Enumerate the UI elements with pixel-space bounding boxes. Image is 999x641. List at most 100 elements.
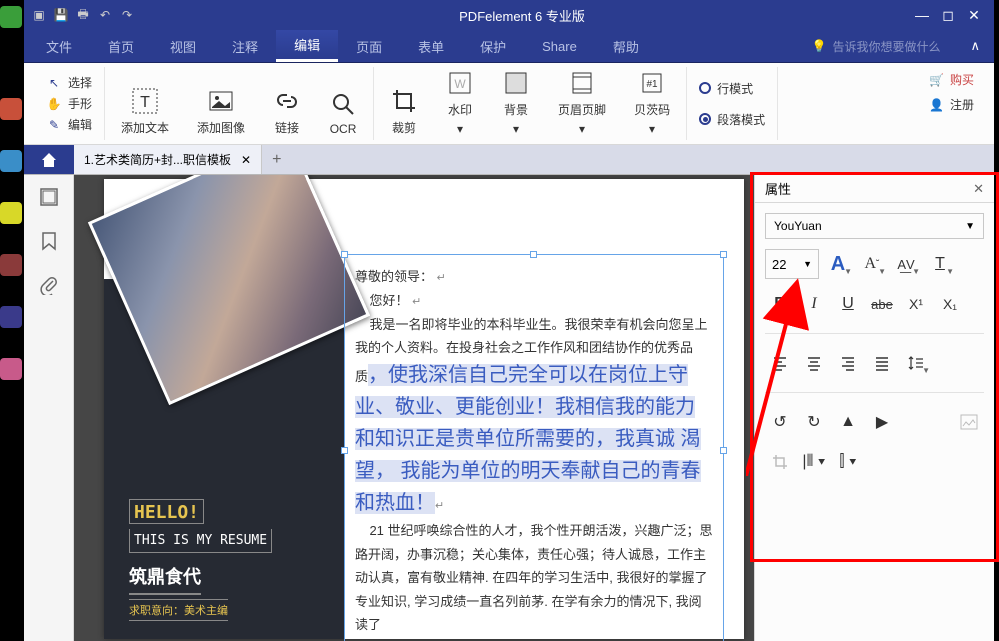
menubar: 文件 首页 视图 注释 编辑 页面 表单 保护 Share 帮助 💡 告诉我你想… [24, 30, 994, 63]
align-center-button[interactable] [799, 348, 829, 378]
menu-page[interactable]: 页面 [338, 30, 400, 62]
subscript-button[interactable]: X₁ [935, 289, 965, 319]
align-right-button[interactable] [833, 348, 863, 378]
job-value: 美术主编 [184, 605, 228, 617]
text-icon: T [131, 87, 159, 115]
buy-label: 购买 [950, 71, 974, 88]
greeting-line: 尊敬的领导： ↵ [355, 265, 713, 289]
document-tab[interactable]: 1.艺术类简历+封...职信模板 ✕ [74, 145, 262, 174]
thumbnails-icon[interactable] [39, 187, 59, 207]
background-icon [502, 69, 530, 97]
bookmarks-icon[interactable] [39, 231, 59, 251]
document-canvas[interactable]: HELLO! THIS IS MY RESUME 筑鼎食代 求职意向：美术主编 … [74, 175, 754, 641]
link-button[interactable]: 链接 [265, 83, 309, 140]
watermark-button[interactable]: W水印▾ [438, 65, 482, 140]
text-selection-box[interactable]: 尊敬的领导： ↵ 您好！ ↵ 我是一名即将毕业的本科毕业生。我很荣幸有机会向您呈… [344, 254, 724, 641]
crop-button[interactable]: 裁剪 [382, 83, 426, 140]
resize-handle[interactable] [720, 447, 727, 454]
close-button[interactable]: ✕ [962, 5, 986, 25]
add-tab-button[interactable]: + [262, 151, 291, 169]
headerfooter-button[interactable]: 页眉页脚▾ [550, 65, 614, 140]
hand-icon: ✋ [46, 96, 62, 112]
minimize-button[interactable]: — [910, 5, 934, 25]
superscript-button[interactable]: X¹ [901, 289, 931, 319]
maximize-button[interactable]: ◻ [936, 5, 960, 25]
ocr-button[interactable]: OCR [321, 86, 365, 140]
text-effects-button[interactable]: T▼ [925, 249, 955, 279]
resize-handle[interactable] [530, 251, 537, 258]
close-tab-icon[interactable]: ✕ [241, 153, 251, 167]
search-placeholder: 告诉我你想要做什么 [832, 38, 940, 55]
menu-comment[interactable]: 注释 [214, 30, 276, 62]
char-spacing-button[interactable]: A͟V▼ [891, 249, 921, 279]
bates-icon: #1 [638, 69, 666, 97]
buy-button[interactable]: 🛒购买 [929, 71, 974, 88]
menu-help[interactable]: 帮助 [595, 30, 657, 62]
font-select[interactable]: YouYuan ▼ [765, 213, 984, 239]
print-icon[interactable]: 🖶 [76, 8, 90, 22]
font-size-button[interactable]: A˘▼ [857, 249, 887, 279]
align-objects-button[interactable]: |⫴ ▾ [799, 447, 829, 477]
menu-search[interactable]: 💡 告诉我你想要做什么 [812, 38, 961, 55]
add-text-button[interactable]: T 添加文本 [113, 83, 177, 140]
home-tab[interactable] [24, 145, 74, 174]
hand-tool[interactable]: ✋手形 [42, 93, 96, 114]
resize-handle[interactable] [720, 251, 727, 258]
tab-label: 1.艺术类简历+封...职信模板 [84, 151, 231, 168]
menu-view[interactable]: 视图 [152, 30, 214, 62]
highlighted-text[interactable]: ，使我深信自己完全可以在岗位上守业、敬业、更能创业！我相信我的能力和知识正是贵单… [355, 364, 701, 514]
flip-horizontal-button[interactable]: ▶ [867, 407, 897, 437]
align-left-button[interactable] [765, 348, 795, 378]
attachments-icon[interactable] [39, 275, 59, 295]
link-label: 链接 [275, 119, 299, 136]
lightbulb-icon: 💡 [812, 39, 827, 53]
font-name: YouYuan [774, 219, 822, 233]
font-size-input[interactable]: 22▼ [765, 249, 819, 279]
close-props-icon[interactable]: ✕ [973, 181, 984, 197]
svg-text:T: T [140, 94, 150, 111]
menu-home[interactable]: 首页 [90, 30, 152, 62]
menu-form[interactable]: 表单 [400, 30, 462, 62]
bold-button[interactable]: B [765, 289, 795, 319]
hello2: 您好！ [369, 293, 408, 308]
collapse-ribbon-icon[interactable]: ∧ [960, 38, 990, 54]
bates-button[interactable]: #1贝茨码▾ [626, 65, 678, 140]
line-mode-label: 行模式 [717, 80, 753, 97]
save-icon[interactable]: 💾 [54, 8, 68, 22]
watermark-icon: W [446, 69, 474, 97]
background-button[interactable]: 背景▾ [494, 65, 538, 140]
align-justify-button[interactable] [867, 348, 897, 378]
para-mode-radio[interactable]: 段落模式 [695, 109, 769, 130]
menu-edit[interactable]: 编辑 [276, 30, 338, 62]
headerfooter-label: 页眉页脚 [558, 101, 606, 118]
menu-share[interactable]: Share [524, 30, 595, 62]
size-value: 22 [772, 257, 786, 272]
redo-icon[interactable]: ↷ [120, 8, 134, 22]
props-header: 属性 ✕ [755, 175, 994, 203]
register-button[interactable]: 👤注册 [929, 96, 974, 113]
flip-vertical-button[interactable]: ▲ [833, 407, 863, 437]
strikethrough-button[interactable]: abe [867, 289, 897, 319]
user-icon: 👤 [929, 98, 944, 112]
resize-handle[interactable] [341, 251, 348, 258]
resize-handle[interactable] [341, 447, 348, 454]
italic-button[interactable]: I [799, 289, 829, 319]
rotate-left-button[interactable]: ↺ [765, 407, 795, 437]
underline-button[interactable]: U [833, 289, 863, 319]
select-tool[interactable]: ↖选择 [42, 72, 96, 93]
line-mode-radio[interactable]: 行模式 [695, 78, 769, 99]
font-color-button[interactable]: A▼ [823, 249, 853, 279]
edit-tool[interactable]: ✎编辑 [42, 114, 96, 135]
line-spacing-button[interactable]: ▼ [901, 348, 931, 378]
distribute-button[interactable]: ⫿ ▾ [833, 447, 863, 477]
add-image-button[interactable]: 添加图像 [189, 83, 253, 140]
menu-file[interactable]: 文件 [28, 30, 90, 62]
crop-image-button[interactable] [765, 447, 795, 477]
rotate-right-button[interactable]: ↻ [799, 407, 829, 437]
undo-icon[interactable]: ↶ [98, 8, 112, 22]
ribbon: ↖选择 ✋手形 ✎编辑 T 添加文本 添加图像 链接 OCR 裁剪 W水印▾ 背景… [24, 63, 994, 145]
replace-image-button[interactable] [954, 407, 984, 437]
add-text-label: 添加文本 [121, 119, 169, 136]
properties-panel: 属性 ✕ YouYuan ▼ 22▼ A▼ A˘▼ A͟V▼ T▼ B I [754, 175, 994, 641]
menu-protect[interactable]: 保护 [462, 30, 524, 62]
